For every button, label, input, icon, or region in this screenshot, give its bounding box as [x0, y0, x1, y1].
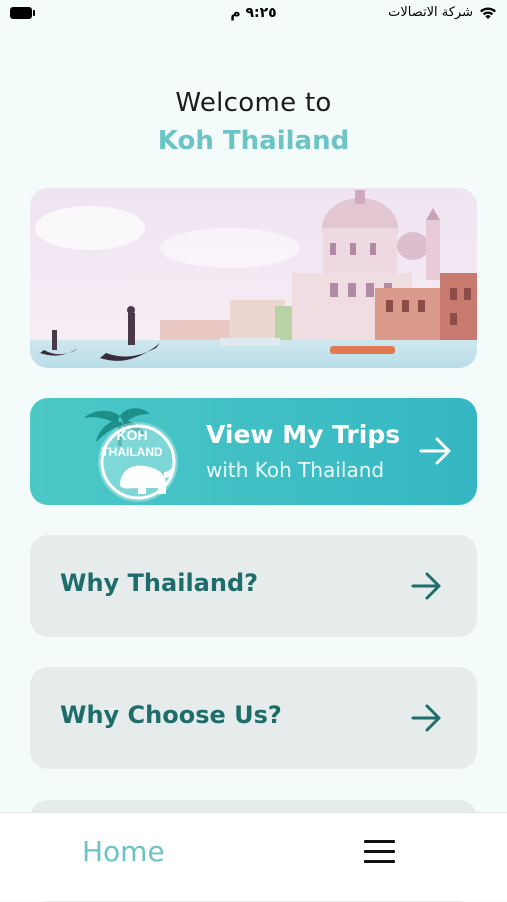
brand-title: Koh Thailand — [157, 126, 350, 156]
tab-home[interactable]: Home — [82, 835, 165, 868]
arrow-right-icon — [419, 437, 451, 465]
trips-subtitle: with Koh Thailand — [206, 458, 385, 482]
hero-image — [30, 188, 477, 368]
welcome-heading: Welcome to — [175, 88, 332, 118]
arrow-right-icon — [411, 572, 441, 600]
bottom-nav: Home — [0, 812, 507, 901]
logo-text-koh: KOH — [116, 427, 147, 443]
carrier-info: شركة الاتصالات — [388, 5, 497, 20]
hamburger-icon[interactable] — [364, 839, 396, 865]
logo-text-thailand: THAILAND — [101, 445, 163, 459]
trips-title: View My Trips — [206, 420, 401, 449]
hero-illustration — [30, 188, 477, 368]
view-my-trips-button[interactable]: KOH THAILAND View My Trips with Koh Thai… — [30, 398, 477, 505]
card-label: Why Thailand? — [60, 569, 259, 597]
card-label: Why Choose Us? — [60, 701, 282, 729]
why-thailand-button[interactable]: Why Thailand? — [30, 535, 477, 637]
carrier-name: شركة الاتصالات — [388, 5, 473, 20]
status-bar: ٩:٢٥ م شركة الاتصالات — [0, 0, 507, 28]
koh-thailand-logo: KOH THAILAND — [84, 408, 178, 502]
why-choose-us-button[interactable]: Why Choose Us? — [30, 667, 477, 769]
wifi-icon — [480, 7, 496, 19]
arrow-right-icon — [411, 704, 441, 732]
